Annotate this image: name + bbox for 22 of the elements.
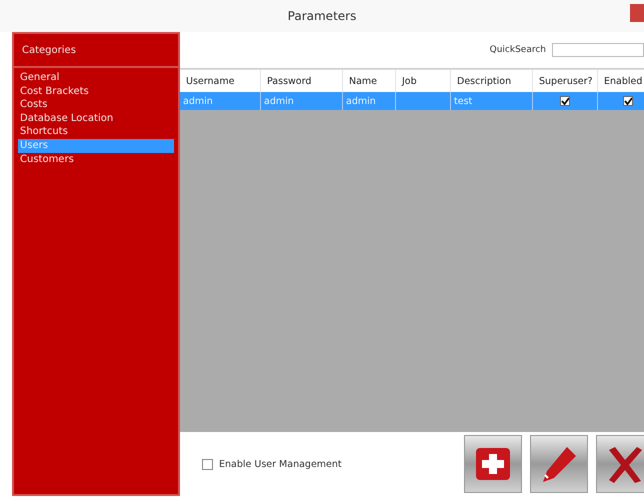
plus-icon: [475, 447, 511, 481]
table-cell: admin: [343, 92, 396, 110]
sidebar-item[interactable]: Customers: [18, 152, 174, 166]
checkbox[interactable]: [202, 458, 213, 470]
sidebar-item[interactable]: General: [18, 71, 174, 85]
sidebar-item[interactable]: Shortcuts: [18, 125, 174, 139]
window-title: Parameters: [288, 9, 356, 23]
search-label: QuickSearch: [490, 45, 546, 55]
search-field[interactable]: [552, 43, 644, 57]
checkbox[interactable]: [560, 96, 570, 106]
checkbox-label: Enable User Management: [219, 458, 342, 470]
add-button[interactable]: [464, 435, 522, 493]
table-cell: admin: [180, 92, 261, 110]
sidebar-item[interactable]: Database Location: [18, 112, 174, 126]
table-cell: test: [451, 92, 533, 110]
sidebar-title: Categories: [22, 44, 76, 56]
sidebar-item[interactable]: Cost Brackets: [18, 84, 174, 98]
delete-button[interactable]: [596, 435, 644, 493]
table-cell: admin: [261, 92, 343, 110]
checkbox[interactable]: [622, 96, 632, 106]
sidebar-item[interactable]: Costs: [18, 98, 174, 112]
edit-button[interactable]: [530, 435, 588, 493]
